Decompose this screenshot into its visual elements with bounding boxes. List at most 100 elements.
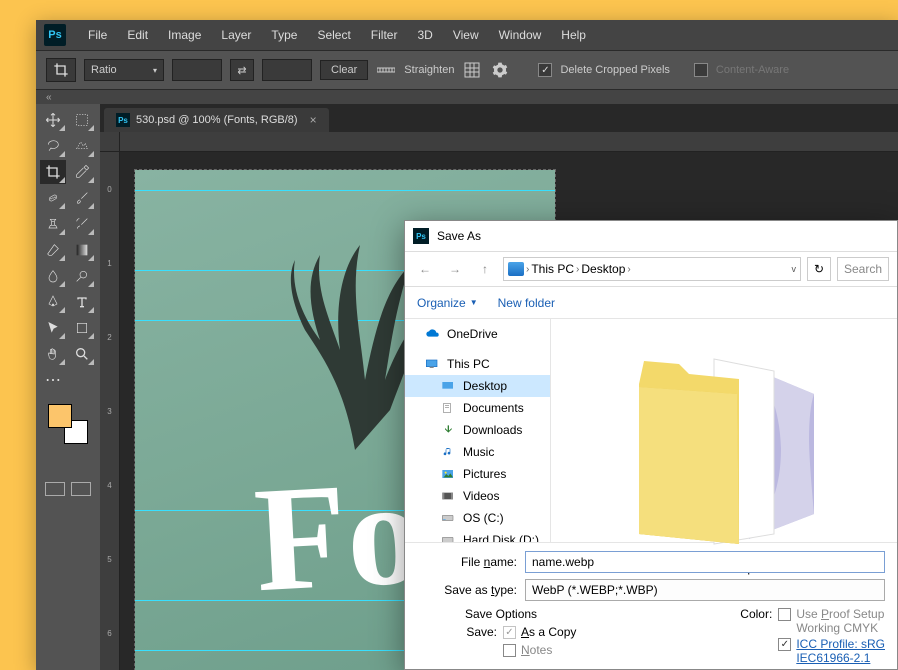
quick-select-tool[interactable] bbox=[69, 134, 95, 158]
menu-type[interactable]: Type bbox=[263, 24, 305, 46]
zoom-tool[interactable] bbox=[69, 342, 95, 366]
proof-checkbox[interactable] bbox=[778, 608, 791, 621]
content-aware-checkbox[interactable] bbox=[694, 63, 708, 77]
color-swatches[interactable] bbox=[48, 404, 88, 444]
brush-tool[interactable] bbox=[69, 186, 95, 210]
menu-layer[interactable]: Layer bbox=[213, 24, 259, 46]
doc-tabs: Ps 530.psd @ 100% (Fonts, RGB/8) × bbox=[100, 104, 898, 132]
crumb-dropdown-icon[interactable]: v bbox=[792, 264, 797, 274]
tree-music[interactable]: Music bbox=[405, 441, 550, 463]
icc-checkbox[interactable] bbox=[778, 638, 791, 651]
savetype-select[interactable]: WebP (*.WEBP;*.WBP) bbox=[525, 579, 885, 601]
tree-downloads[interactable]: Downloads bbox=[405, 419, 550, 441]
save-label: Save: bbox=[465, 625, 497, 639]
ruler-vertical: 0123456 bbox=[100, 152, 120, 670]
up-button[interactable]: ↑ bbox=[473, 257, 497, 281]
menu-filter[interactable]: Filter bbox=[363, 24, 406, 46]
notes-label: Notes bbox=[521, 643, 552, 657]
clone-stamp-tool[interactable] bbox=[40, 212, 66, 236]
crop-height-input[interactable] bbox=[262, 59, 312, 81]
save-options-title: Save Options bbox=[465, 607, 576, 621]
gradient-tool[interactable] bbox=[69, 238, 95, 262]
pen-tool[interactable] bbox=[40, 290, 66, 314]
ratio-label: Ratio bbox=[91, 64, 117, 76]
quickmask-icon[interactable] bbox=[45, 482, 65, 496]
lasso-tool[interactable] bbox=[40, 134, 66, 158]
tree-hdd[interactable]: Hard Disk (D:) bbox=[405, 529, 550, 542]
icc-label[interactable]: ICC Profile: sRG bbox=[796, 637, 885, 651]
eyedropper-tool[interactable] bbox=[69, 160, 95, 184]
edit-toolbar[interactable]: ⋯ bbox=[40, 368, 66, 392]
refresh-button[interactable]: ↻ bbox=[807, 257, 831, 281]
ratio-select[interactable]: Ratio▾ bbox=[84, 59, 164, 81]
history-brush-tool[interactable] bbox=[69, 212, 95, 236]
type-tool[interactable] bbox=[69, 290, 95, 314]
search-input[interactable]: Search bbox=[837, 257, 889, 281]
close-tab-icon[interactable]: × bbox=[310, 113, 317, 127]
tree-osc[interactable]: OS (C:) bbox=[405, 507, 550, 529]
new-folder-button[interactable]: New folder bbox=[498, 296, 555, 310]
options-collapse[interactable]: « bbox=[36, 90, 898, 104]
dialog-titlebar[interactable]: Ps Save As bbox=[405, 221, 897, 251]
menu-image[interactable]: Image bbox=[160, 24, 209, 46]
working-cmyk: Working CMYK bbox=[778, 621, 885, 635]
dodge-tool[interactable] bbox=[69, 264, 95, 288]
clear-button[interactable]: Clear bbox=[320, 60, 368, 80]
grid-overlay-icon[interactable] bbox=[462, 60, 482, 80]
as-copy-label: As a Copy bbox=[521, 625, 576, 639]
crop-width-input[interactable] bbox=[172, 59, 222, 81]
tree-pictures[interactable]: Pictures bbox=[405, 463, 550, 485]
tree-onedrive[interactable]: OneDrive bbox=[405, 323, 550, 345]
filename-input[interactable] bbox=[525, 551, 885, 573]
crop-settings-icon[interactable] bbox=[490, 60, 510, 80]
move-tool[interactable] bbox=[40, 108, 66, 132]
content-aware-label: Content-Aware bbox=[716, 64, 789, 76]
tree-desktop[interactable]: Desktop bbox=[405, 375, 550, 397]
tree-videos[interactable]: Videos bbox=[405, 485, 550, 507]
menu-edit[interactable]: Edit bbox=[119, 24, 156, 46]
notes-checkbox[interactable] bbox=[503, 644, 516, 657]
back-button[interactable]: ← bbox=[413, 257, 437, 281]
crop-tool-icon[interactable] bbox=[46, 58, 76, 82]
folder-thumbnail[interactable] bbox=[609, 339, 839, 549]
straighten-icon[interactable] bbox=[376, 60, 396, 80]
crop-tool[interactable] bbox=[40, 160, 66, 184]
document-tab[interactable]: Ps 530.psd @ 100% (Fonts, RGB/8) × bbox=[104, 108, 329, 132]
crumb-desktop[interactable]: Desktop bbox=[581, 262, 625, 276]
hand-tool[interactable] bbox=[40, 342, 66, 366]
options-bar: Ratio▾ ⇄ Clear Straighten Delete Cropped… bbox=[36, 50, 898, 90]
menu-view[interactable]: View bbox=[445, 24, 487, 46]
filename-label: File name: bbox=[417, 555, 517, 569]
iec-label: IEC61966-2.1 bbox=[778, 651, 885, 665]
screenmode-icon[interactable] bbox=[71, 482, 91, 496]
menu-window[interactable]: Window bbox=[491, 24, 550, 46]
as-copy-checkbox[interactable] bbox=[503, 626, 516, 639]
work-area: ⋯ Ps 530.psd @ 100% (Fonts, RGB/8) × bbox=[36, 104, 898, 670]
menu-file[interactable]: File bbox=[80, 24, 115, 46]
eraser-tool[interactable] bbox=[40, 238, 66, 262]
forward-button[interactable]: → bbox=[443, 257, 467, 281]
foreground-swatch[interactable] bbox=[48, 404, 72, 428]
blur-tool[interactable] bbox=[40, 264, 66, 288]
organize-button[interactable]: Organize▼ bbox=[417, 296, 478, 310]
shape-tool[interactable] bbox=[69, 316, 95, 340]
folder-content[interactable]: Gecko Http bbox=[551, 319, 897, 542]
delete-cropped-checkbox[interactable] bbox=[538, 63, 552, 77]
tree-thispc[interactable]: This PC bbox=[405, 353, 550, 375]
breadcrumb[interactable]: › This PC › Desktop › v bbox=[503, 257, 801, 281]
ps-dialog-icon: Ps bbox=[413, 228, 429, 244]
crumb-thispc[interactable]: This PC bbox=[531, 262, 574, 276]
menu-select[interactable]: Select bbox=[309, 24, 358, 46]
drive-icon bbox=[508, 262, 524, 276]
ps-doc-icon: Ps bbox=[116, 113, 130, 127]
menu-3d[interactable]: 3D bbox=[409, 24, 440, 46]
dialog-bottom: File name: Save as type: WebP (*.WEBP;*.… bbox=[405, 542, 897, 669]
tree-documents[interactable]: Documents bbox=[405, 397, 550, 419]
menu-help[interactable]: Help bbox=[553, 24, 594, 46]
savetype-label: Save as type: bbox=[417, 583, 517, 597]
swap-dims-button[interactable]: ⇄ bbox=[230, 59, 254, 81]
healing-tool[interactable] bbox=[40, 186, 66, 210]
marquee-tool[interactable] bbox=[69, 108, 95, 132]
doc-tab-title: 530.psd @ 100% (Fonts, RGB/8) bbox=[136, 114, 298, 126]
path-select-tool[interactable] bbox=[40, 316, 66, 340]
